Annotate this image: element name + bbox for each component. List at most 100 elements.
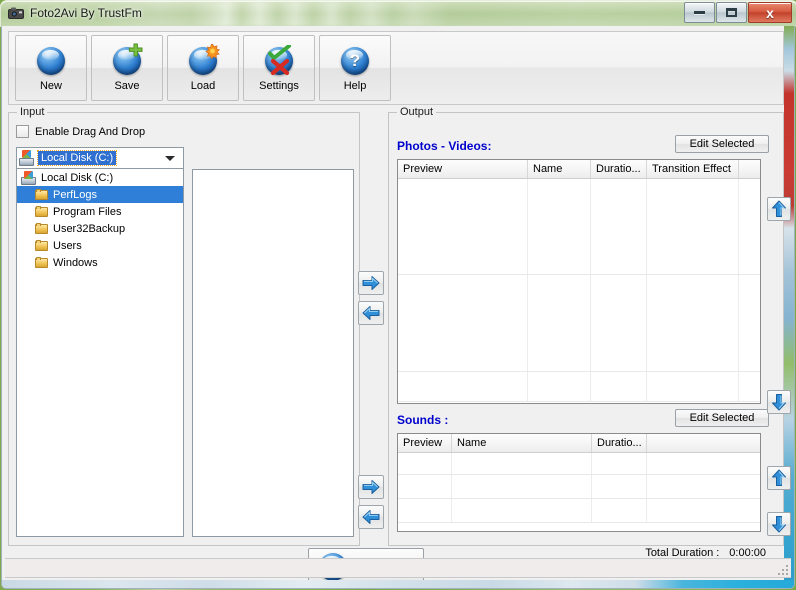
minimize-button[interactable]	[684, 2, 715, 23]
blue-sphere-icon	[34, 44, 68, 78]
column-header-preview[interactable]: Preview	[398, 160, 528, 178]
tree-item-program-files[interactable]: Program Files	[17, 203, 183, 220]
new-button-label: New	[39, 80, 62, 92]
arrow-up-icon	[772, 200, 786, 217]
arrow-left-icon	[362, 306, 380, 320]
photos-videos-grid[interactable]: Preview Name Duratio... Transition Effec…	[397, 159, 761, 404]
tree-item-label: Local Disk (C:)	[41, 171, 114, 184]
cell-preview	[398, 475, 452, 498]
table-row[interactable]	[398, 179, 760, 275]
arrow-down-icon	[772, 394, 786, 411]
save-button[interactable]: Save	[91, 35, 163, 101]
file-list-pane[interactable]	[192, 169, 354, 537]
client-area: New Save Load Settings ? Help Input Enab…	[1, 26, 795, 589]
save-button-label: Save	[114, 80, 140, 92]
tree-root-item[interactable]: Local Disk (C:)	[17, 169, 183, 186]
cell-transition	[647, 179, 739, 274]
sounds-grid[interactable]: Preview Name Duratio...	[397, 433, 761, 532]
table-row[interactable]	[398, 475, 760, 499]
sounds-move-up-button[interactable]	[767, 466, 791, 490]
tree-item-windows[interactable]: Windows	[17, 254, 183, 271]
column-header-name[interactable]: Name	[528, 160, 591, 178]
sounds-move-down-button[interactable]	[767, 512, 791, 536]
cell-duration	[592, 475, 647, 498]
column-header-spacer	[647, 434, 760, 452]
table-row[interactable]	[398, 275, 760, 372]
tree-item-label: Users	[53, 239, 82, 252]
folder-icon	[35, 205, 49, 218]
blue-sphere-plus-icon	[110, 43, 144, 78]
blue-sphere-question-icon: ?	[338, 44, 372, 78]
cell-transition	[647, 275, 739, 371]
add-sound-button[interactable]	[358, 475, 384, 499]
sounds-title: Sounds :	[397, 413, 449, 427]
table-row[interactable]	[398, 499, 760, 523]
column-header-duration[interactable]: Duratio...	[592, 434, 647, 452]
column-header-preview[interactable]: Preview	[398, 434, 452, 452]
tree-item-users[interactable]: Users	[17, 237, 183, 254]
decorative-right-strip	[784, 26, 794, 588]
maximize-icon	[726, 8, 737, 17]
new-button[interactable]: New	[15, 35, 87, 101]
cell-spacer	[647, 499, 760, 522]
maximize-button[interactable]	[716, 2, 747, 23]
status-bar	[5, 558, 791, 578]
tree-item-user32backup[interactable]: User32Backup	[17, 220, 183, 237]
output-group: Output Photos - Videos: Edit Selected Pr…	[388, 106, 784, 546]
tree-item-label: Windows	[53, 256, 98, 269]
add-media-button[interactable]	[358, 271, 384, 295]
cell-spacer	[647, 475, 760, 498]
cell-duration	[591, 179, 647, 274]
close-icon: x	[766, 4, 774, 21]
column-header-name[interactable]: Name	[452, 434, 592, 452]
cell-spacer	[739, 275, 760, 371]
load-button[interactable]: Load	[167, 35, 239, 101]
folder-icon	[35, 222, 49, 235]
enable-drag-drop-row[interactable]: Enable Drag And Drop	[16, 125, 145, 138]
close-button[interactable]: x	[748, 2, 792, 23]
remove-media-button[interactable]	[358, 301, 384, 325]
settings-button[interactable]: Settings	[243, 35, 315, 101]
drive-combobox-value: Local Disk (C:)	[36, 150, 118, 166]
input-group: Input Enable Drag And Drop Local Disk (C…	[8, 106, 360, 546]
enable-drag-drop-checkbox[interactable]	[16, 125, 29, 138]
arrow-down-icon	[772, 516, 786, 533]
resize-grip[interactable]	[776, 563, 788, 575]
cell-preview	[398, 372, 528, 401]
help-button[interactable]: ? Help	[319, 35, 391, 101]
cell-name	[452, 499, 592, 522]
cell-preview	[398, 275, 528, 371]
blue-sphere-check-cross-icon	[262, 44, 296, 78]
input-group-label: Input	[17, 106, 48, 118]
sounds-grid-header: Preview Name Duratio...	[398, 434, 760, 453]
column-header-transition-effect[interactable]: Transition Effect	[647, 160, 739, 178]
cell-duration	[591, 372, 647, 401]
table-row[interactable]	[398, 453, 760, 475]
photos-edit-selected-button[interactable]: Edit Selected	[675, 135, 769, 153]
cell-preview	[398, 179, 528, 274]
window-titlebar[interactable]: Foto2Avi By TrustFm x	[0, 0, 796, 26]
sounds-edit-selected-button[interactable]: Edit Selected	[675, 409, 769, 427]
cell-spacer	[647, 453, 760, 474]
tree-item-perflogs[interactable]: PerfLogs	[17, 186, 183, 203]
cell-preview	[398, 499, 452, 522]
arrow-left-icon	[362, 510, 380, 524]
column-header-duration[interactable]: Duratio...	[591, 160, 647, 178]
photos-videos-title: Photos - Videos:	[397, 139, 492, 153]
chevron-down-icon[interactable]	[165, 155, 175, 161]
drive-combobox[interactable]: Local Disk (C:)	[16, 147, 184, 169]
table-row[interactable]	[398, 372, 760, 402]
drive-icon	[21, 170, 37, 185]
blue-sphere-star-icon	[186, 44, 220, 78]
folder-tree[interactable]: Local Disk (C:) PerfLogs Program Files U…	[16, 169, 184, 537]
cell-duration	[592, 499, 647, 522]
decorative-bottom-strip	[2, 580, 794, 588]
remove-sound-button[interactable]	[358, 505, 384, 529]
enable-drag-drop-label: Enable Drag And Drop	[35, 125, 146, 138]
photos-move-up-button[interactable]	[767, 197, 791, 221]
cell-spacer	[739, 179, 760, 274]
cell-name	[528, 179, 591, 274]
output-group-label: Output	[397, 106, 437, 118]
photos-move-down-button[interactable]	[767, 390, 791, 414]
cell-preview	[398, 453, 452, 474]
